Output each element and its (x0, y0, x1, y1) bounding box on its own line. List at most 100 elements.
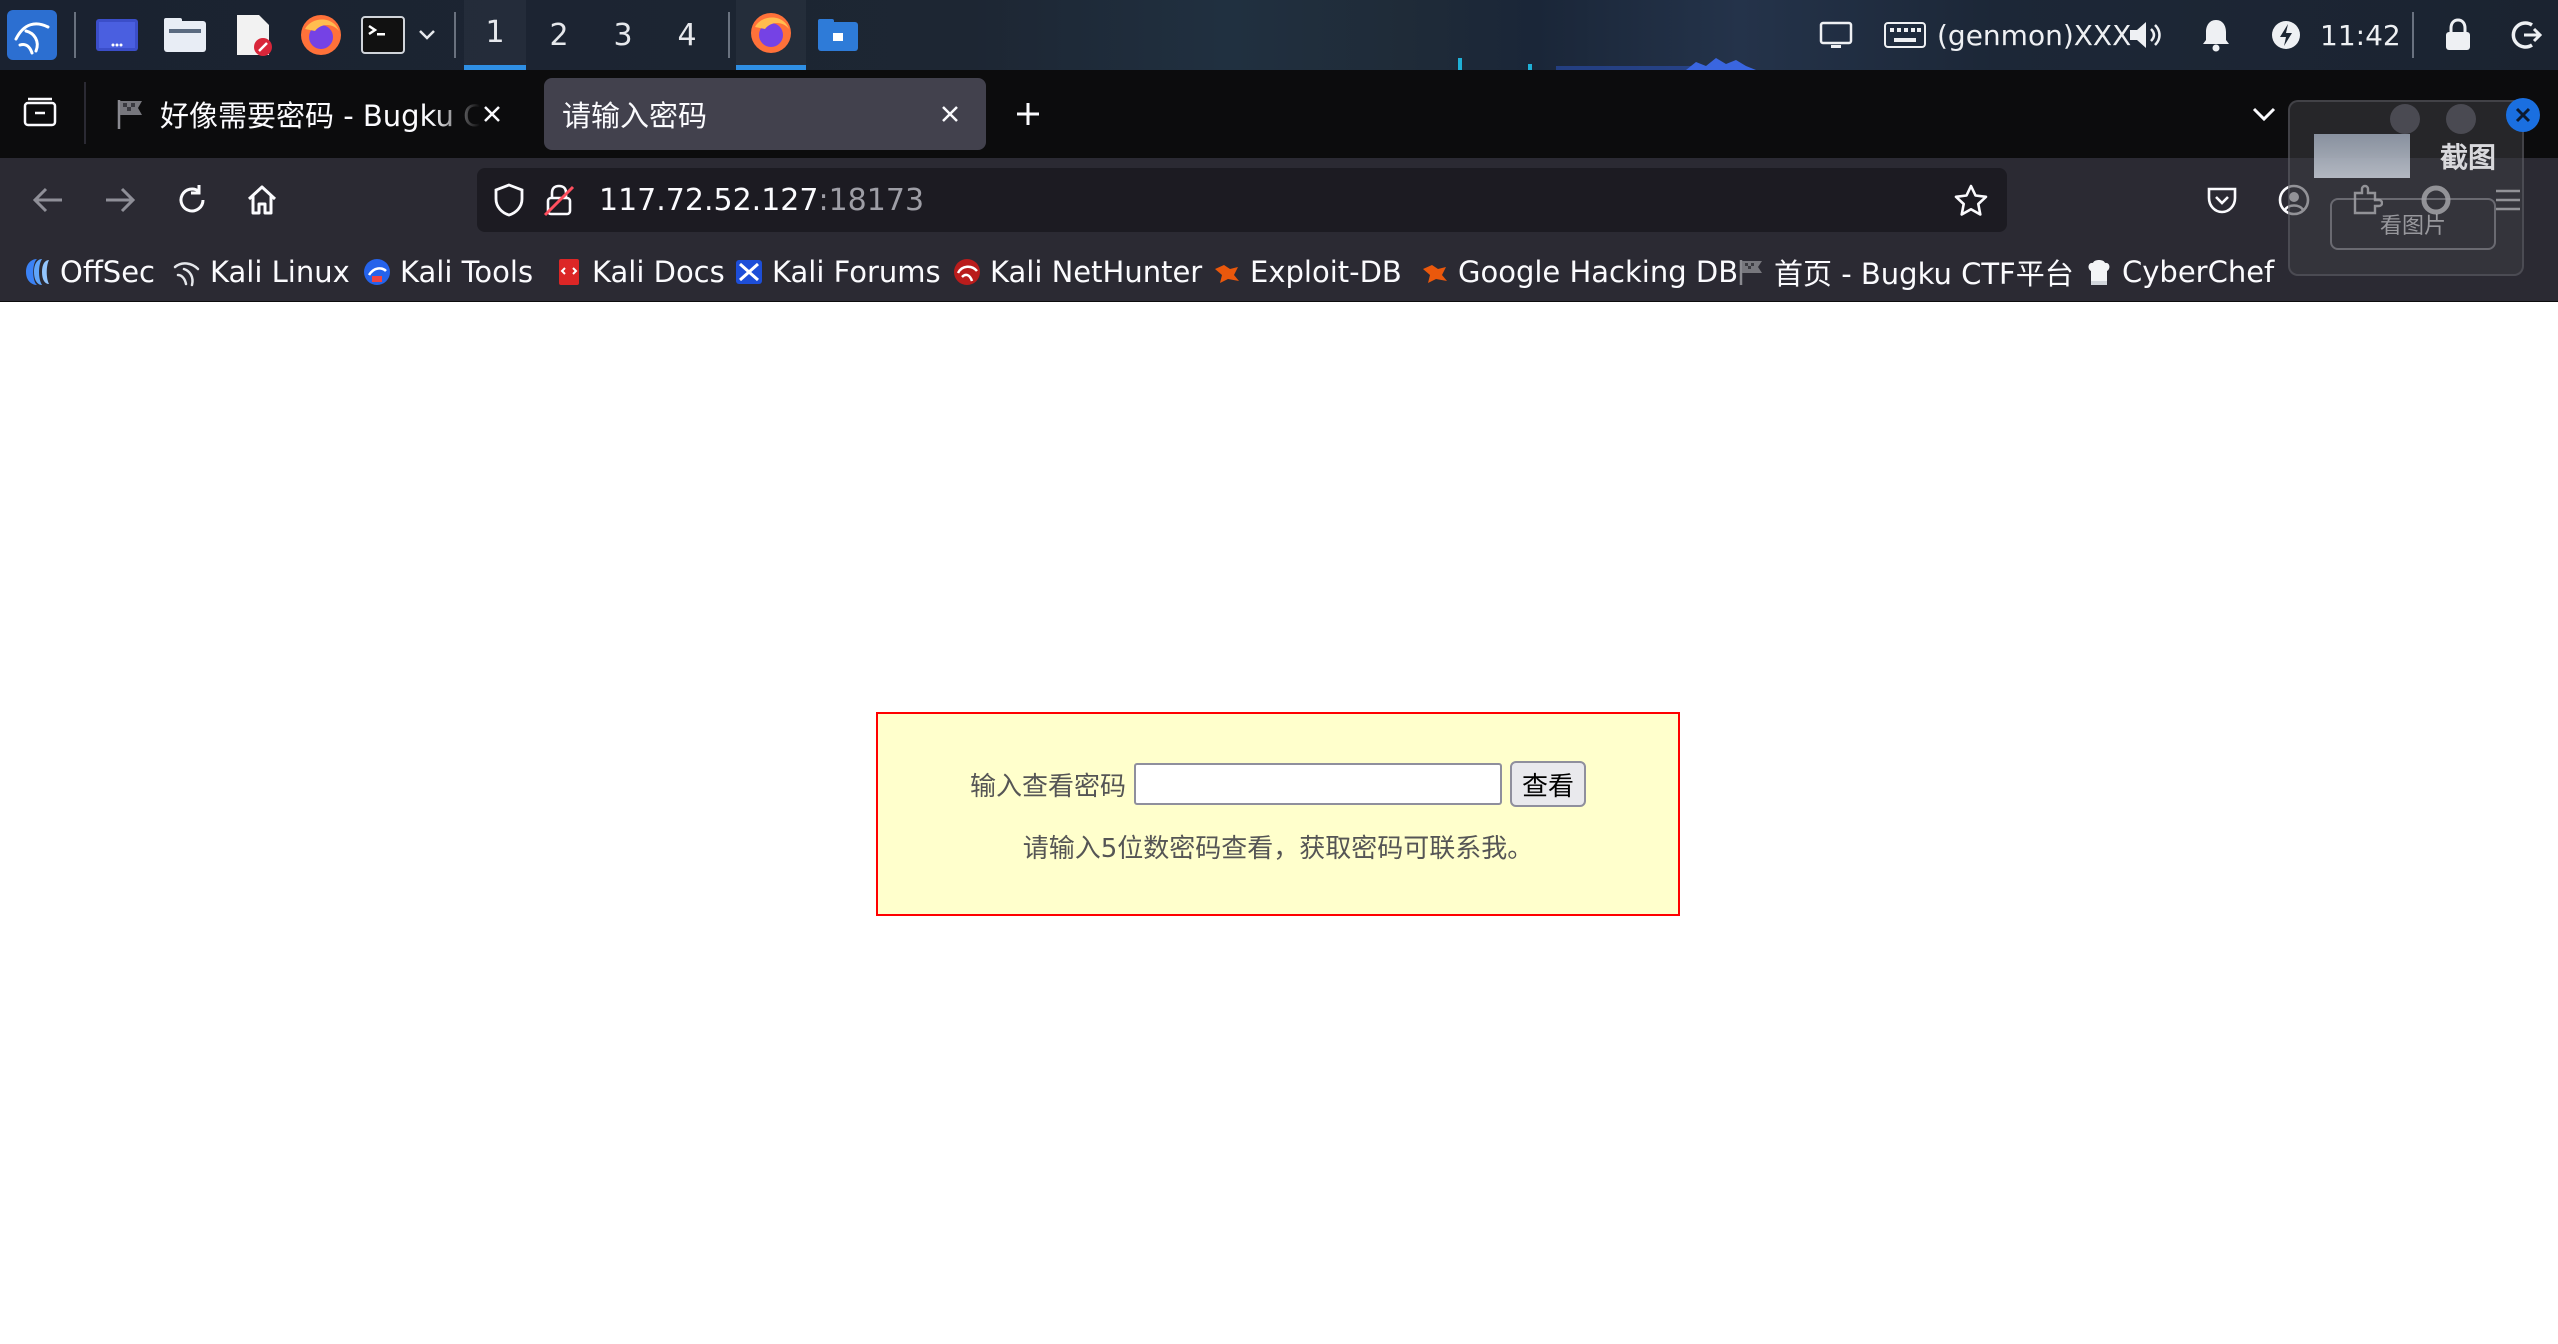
cyberchef-icon (2084, 257, 2114, 287)
home-button[interactable] (240, 178, 284, 222)
terminal-icon[interactable] (358, 10, 408, 60)
panel-separator (2412, 12, 2414, 58)
bookmark-kali-forums[interactable]: Kali Forums (734, 242, 941, 302)
exploitdb-icon (1212, 257, 1242, 287)
bookmark-label: Kali Forums (772, 255, 941, 289)
screenshot-widget[interactable]: 截图 看图片 (2288, 100, 2524, 276)
network-graph (1456, 52, 1796, 70)
screenshot-app-icon (818, 19, 858, 51)
home-icon (247, 185, 277, 215)
bookmark-offsec[interactable]: OffSec (22, 242, 155, 302)
view-button[interactable]: 查看 (1510, 761, 1587, 807)
keyboard-icon[interactable] (1882, 10, 1928, 60)
lock-screen-icon[interactable] (2438, 10, 2478, 60)
bugku-flag-icon (1736, 257, 1766, 287)
widget-dot (2446, 104, 2476, 134)
list-all-tabs-button[interactable] (2242, 92, 2286, 136)
clock[interactable]: 11:42 (2320, 0, 2401, 70)
taskbar-screenshot-window[interactable] (808, 0, 868, 70)
flag-icon (114, 97, 148, 131)
bookmark-label: OffSec (60, 255, 156, 289)
firefox-icon (751, 12, 791, 53)
genmon-text[interactable]: (genmon)XXX (1937, 0, 2131, 70)
view-image-button[interactable]: 看图片 (2330, 198, 2496, 250)
bookmark-cyberchef[interactable]: CyberChef (2084, 242, 2274, 302)
password-label: 输入查看密码 (969, 771, 1126, 802)
text-editor-icon[interactable] (228, 10, 278, 60)
close-icon[interactable] (932, 96, 968, 132)
bookmark-label: 首页 - Bugku CTF平台 (1774, 257, 2074, 291)
back-button[interactable] (26, 178, 70, 222)
forward-button[interactable] (98, 178, 142, 222)
chevron-down-icon (2252, 107, 2276, 122)
ghdb-icon (1420, 257, 1450, 287)
bookmark-bugku-home[interactable]: 首页 - Bugku CTF平台 (1736, 242, 2074, 302)
reload-button[interactable] (170, 178, 214, 222)
file-manager-icon[interactable] (160, 10, 210, 60)
widget-close-icon[interactable] (2506, 98, 2540, 132)
kali-docs-icon (554, 257, 584, 287)
workspace-2[interactable]: 2 (528, 0, 590, 70)
kali-menu-icon[interactable] (4, 10, 60, 60)
logout-icon[interactable] (2506, 10, 2546, 60)
widget-title: 截图 (2440, 141, 2497, 174)
workspace-3[interactable]: 3 (592, 0, 654, 70)
insecure-lock-icon[interactable] (541, 182, 577, 218)
kali-dragon-icon (172, 257, 202, 287)
bookmark-kali-tools[interactable]: Kali Tools (362, 242, 533, 302)
arrow-right-icon (106, 187, 136, 213)
bookmark-label: Kali NetHunter (990, 255, 1203, 289)
password-box: 输入查看密码 查看 请输入5位数密码查看，获取密码可联系我。 (876, 712, 1680, 916)
tab-enter-password[interactable]: 请输入密码 (544, 78, 986, 150)
kali-tools-icon (362, 257, 392, 287)
workspace-1[interactable]: 1 (464, 0, 526, 70)
pocket-button[interactable] (2200, 178, 2244, 222)
desktop-icon[interactable] (92, 10, 142, 60)
new-tab-button[interactable] (1006, 92, 1050, 136)
bookmark-kali-nethunter[interactable]: Kali NetHunter (952, 242, 1202, 302)
tracking-protection-shield-icon[interactable] (491, 182, 527, 218)
reload-icon (179, 185, 205, 213)
tab-separator (84, 82, 86, 144)
volume-icon[interactable] (2126, 10, 2166, 60)
bookmarks-toolbar: OffSec Kali Linux Kali Tools Kali Docs K… (0, 242, 2558, 302)
bookmark-star-icon[interactable] (1953, 182, 1989, 218)
panel-separator (74, 12, 76, 58)
firefox-launcher-icon[interactable] (296, 10, 346, 60)
tab-bugku-password[interactable]: 好像需要密码 - Bugku CTF (96, 78, 528, 150)
bookmark-google-hacking-db[interactable]: Google Hacking DB (1420, 242, 1738, 302)
firefox-view-icon[interactable] (18, 90, 62, 134)
taskbar-firefox-window[interactable] (736, 0, 806, 70)
bookmark-label: Kali Tools (400, 255, 534, 289)
arrow-left-icon (32, 187, 62, 213)
close-icon[interactable] (474, 96, 510, 132)
url-bar[interactable]: 117.72.52.127:18173 (477, 168, 2007, 232)
panel-separator (728, 12, 730, 58)
bookmark-kali-docs[interactable]: Kali Docs (554, 242, 725, 302)
pocket-icon (2207, 187, 2237, 214)
offsec-icon (22, 257, 52, 287)
bookmark-exploit-db[interactable]: Exploit-DB (1212, 242, 1402, 302)
display-icon[interactable] (1816, 10, 1856, 60)
nav-bar: 117.72.52.127:18173 (0, 158, 2558, 242)
power-manager-icon[interactable] (2266, 10, 2306, 60)
chevron-down-icon[interactable] (412, 10, 442, 60)
url-text[interactable]: 117.72.52.127:18173 (599, 168, 924, 232)
password-row: 输入查看密码 查看 (878, 761, 1678, 807)
page-content: 输入查看密码 查看 请输入5位数密码查看，获取密码可联系我。 (0, 303, 2558, 1344)
bookmark-kali-linux[interactable]: Kali Linux (172, 242, 350, 302)
desktop-panel: 1 2 3 4 (genmon)XXX 11:42 (0, 0, 2558, 70)
notification-bell-icon[interactable] (2196, 10, 2236, 60)
thumbnail-preview (2314, 134, 2410, 178)
workspace-4[interactable]: 4 (656, 0, 718, 70)
bookmark-label: CyberChef (2122, 255, 2275, 289)
bookmark-label: Google Hacking DB (1458, 255, 1739, 289)
workspace-label: 1 (485, 15, 505, 50)
bookmark-label: Exploit-DB (1250, 255, 1402, 289)
password-input[interactable] (1134, 763, 1502, 805)
tab-title: 好像需要密码 - Bugku CTF (160, 99, 480, 133)
plus-icon (1017, 103, 1039, 125)
bookmark-label: Kali Docs (592, 255, 725, 289)
url-host: 117.72.52.127 (599, 182, 819, 218)
workspace-label: 4 (677, 17, 697, 53)
